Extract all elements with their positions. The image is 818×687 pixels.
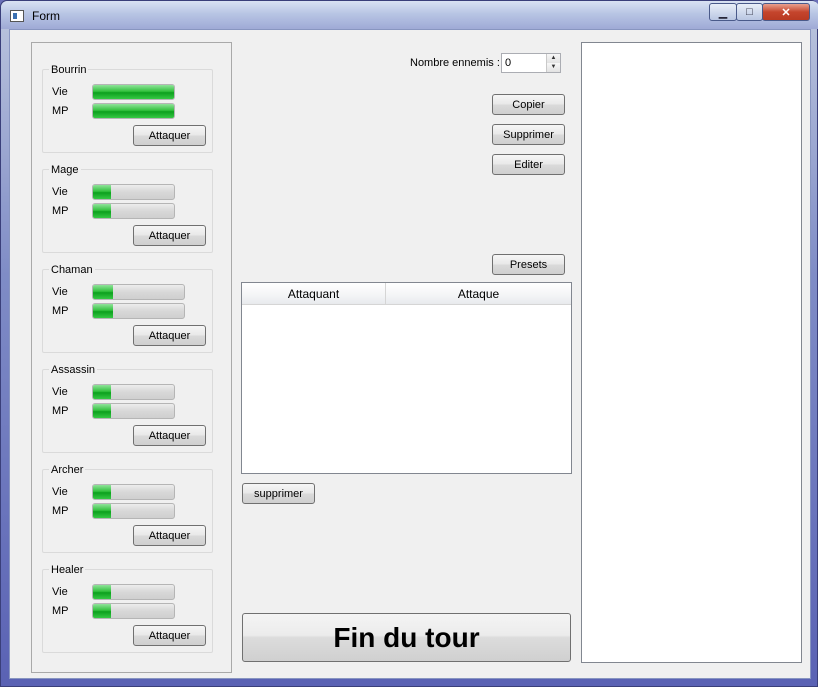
mp-progress-fill bbox=[93, 404, 111, 418]
vie-progress-fill bbox=[93, 485, 111, 499]
enemy-count-label: Nombre ennemis : bbox=[410, 57, 500, 69]
vie-progress-fill bbox=[93, 385, 111, 399]
minimize-button[interactable]: ▁ bbox=[709, 3, 737, 21]
mp-label: MP bbox=[52, 305, 69, 317]
window-title: Form bbox=[32, 9, 60, 23]
vie-progress-bar bbox=[92, 584, 175, 600]
character-group-bourrin: Bourrin Vie MP Attaquer bbox=[42, 64, 213, 153]
app-window-icon[interactable] bbox=[10, 10, 24, 22]
vie-progress-fill bbox=[93, 585, 111, 599]
app-window: Form ▁ □ ✕ Bourrin Vie MP Attaquer Mage … bbox=[0, 0, 818, 687]
mp-label: MP bbox=[52, 605, 69, 617]
mp-label: MP bbox=[52, 405, 69, 417]
character-group-healer: Healer Vie MP Attaquer bbox=[42, 564, 213, 653]
end-turn-button[interactable]: Fin du tour bbox=[242, 613, 571, 662]
attack-button[interactable]: Attaquer bbox=[133, 425, 206, 446]
column-header-attaque[interactable]: Attaque bbox=[386, 283, 571, 305]
mp-progress-bar bbox=[92, 303, 185, 319]
character-group-archer: Archer Vie MP Attaquer bbox=[42, 464, 213, 553]
character-name: Chaman bbox=[49, 264, 95, 276]
remove-attack-button[interactable]: supprimer bbox=[242, 483, 315, 504]
table-header: Attaquant Attaque bbox=[242, 283, 571, 305]
mp-label: MP bbox=[52, 505, 69, 517]
vie-progress-fill bbox=[93, 185, 111, 199]
vie-label: Vie bbox=[52, 286, 68, 298]
title-bar[interactable]: Form ▁ □ ✕ bbox=[1, 1, 818, 29]
character-group-chaman: Chaman Vie MP Attaquer bbox=[42, 264, 213, 353]
spin-up-icon[interactable]: ▲ bbox=[546, 54, 560, 63]
mp-progress-fill bbox=[93, 104, 174, 118]
mp-progress-bar bbox=[92, 203, 175, 219]
vie-progress-fill bbox=[93, 285, 114, 299]
vie-progress-bar bbox=[92, 484, 175, 500]
character-group-assassin: Assassin Vie MP Attaquer bbox=[42, 364, 213, 453]
character-group-mage: Mage Vie MP Attaquer bbox=[42, 164, 213, 253]
character-name: Assassin bbox=[49, 364, 98, 376]
mp-progress-bar bbox=[92, 603, 175, 619]
mp-progress-fill bbox=[93, 204, 111, 218]
mp-progress-fill bbox=[93, 504, 111, 518]
mp-progress-bar bbox=[92, 103, 175, 119]
vie-progress-bar bbox=[92, 384, 175, 400]
vie-label: Vie bbox=[52, 86, 68, 98]
close-button[interactable]: ✕ bbox=[762, 3, 810, 21]
copy-button[interactable]: Copier bbox=[492, 94, 565, 115]
mp-progress-bar bbox=[92, 503, 175, 519]
attack-button[interactable]: Attaquer bbox=[133, 525, 206, 546]
character-name: Bourrin bbox=[49, 64, 89, 76]
log-panel[interactable] bbox=[581, 42, 802, 663]
attack-button[interactable]: Attaquer bbox=[133, 325, 206, 346]
presets-button[interactable]: Presets bbox=[492, 254, 565, 275]
character-name: Mage bbox=[49, 164, 81, 176]
attack-button[interactable]: Attaquer bbox=[133, 125, 206, 146]
enemy-count-value: 0 bbox=[505, 57, 512, 69]
spin-down-icon[interactable]: ▼ bbox=[546, 63, 560, 72]
character-name: Archer bbox=[49, 464, 86, 476]
delete-enemy-button[interactable]: Supprimer bbox=[492, 124, 565, 145]
maximize-button[interactable]: □ bbox=[736, 3, 763, 21]
vie-label: Vie bbox=[52, 486, 68, 498]
vie-progress-bar bbox=[92, 284, 185, 300]
attack-table[interactable]: Attaquant Attaque bbox=[241, 282, 572, 474]
vie-progress-fill bbox=[93, 85, 174, 99]
column-header-attaquant[interactable]: Attaquant bbox=[242, 283, 386, 305]
vie-progress-bar bbox=[92, 184, 175, 200]
vie-progress-bar bbox=[92, 84, 175, 100]
attack-button[interactable]: Attaquer bbox=[133, 625, 206, 646]
enemy-count-spinbox[interactable]: 0 ▲ ▼ bbox=[501, 53, 561, 73]
mp-label: MP bbox=[52, 205, 69, 217]
mp-progress-fill bbox=[93, 304, 114, 318]
character-name: Healer bbox=[49, 564, 86, 576]
edit-button[interactable]: Editer bbox=[492, 154, 565, 175]
vie-label: Vie bbox=[52, 386, 68, 398]
mp-progress-fill bbox=[93, 604, 111, 618]
attack-button[interactable]: Attaquer bbox=[133, 225, 206, 246]
vie-label: Vie bbox=[52, 186, 68, 198]
mp-label: MP bbox=[52, 105, 69, 117]
vie-label: Vie bbox=[52, 586, 68, 598]
mp-progress-bar bbox=[92, 403, 175, 419]
